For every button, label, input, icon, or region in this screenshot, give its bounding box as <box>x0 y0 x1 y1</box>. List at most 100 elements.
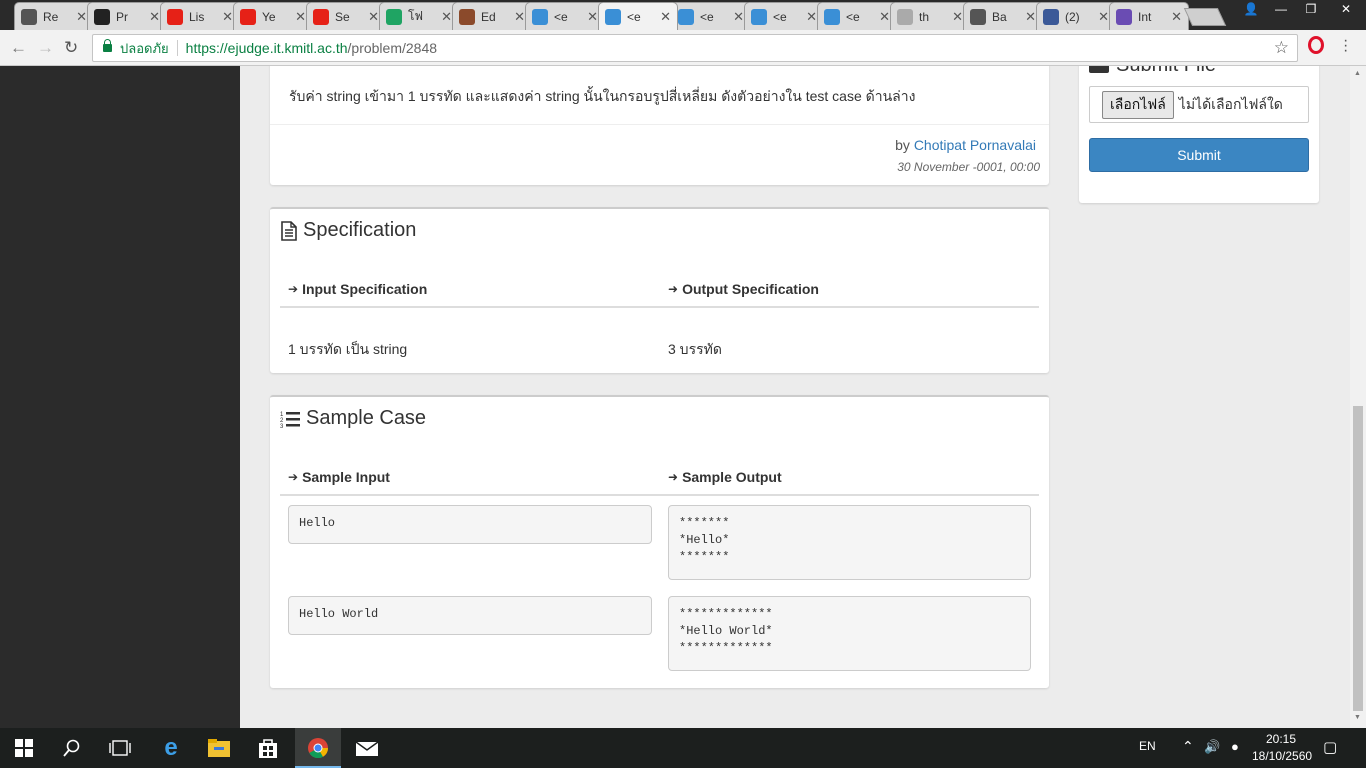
language-indicator[interactable]: EN <box>1139 739 1156 753</box>
browser-toolbar: ← → ↻ ปลอดภัย https://ejudge.it.kmitl.ac… <box>0 30 1366 66</box>
left-sidebar-dark <box>0 66 240 728</box>
problem-description-panel: รับค่า string เข้ามา 1 บรรทัด และแสดงค่า… <box>270 66 1049 185</box>
tab-close-icon[interactable]: ✕ <box>441 9 452 25</box>
input-spec-header: ➔ Input Specification <box>288 281 427 297</box>
tab-close-icon[interactable]: ✕ <box>514 9 525 25</box>
document-icon <box>281 220 297 241</box>
address-bar[interactable]: ปลอดภัย https://ejudge.it.kmitl.ac.th/pr… <box>92 34 1298 62</box>
back-button[interactable]: ← <box>10 38 27 58</box>
minimize-button[interactable]: — <box>1266 0 1296 20</box>
youtube-icon <box>167 8 183 25</box>
chrome-icon[interactable] <box>306 736 330 760</box>
it-icon <box>751 8 767 25</box>
no-file-label: ไม่ได้เลือกไฟล์ใด <box>1178 95 1283 112</box>
tab-label: Ed <box>481 9 496 24</box>
file-input[interactable]: เลือกไฟล์ ไม่ได้เลือกไฟล์ใด <box>1089 86 1309 123</box>
browser-tab[interactable]: th ✕ <box>890 2 970 30</box>
browser-tab[interactable]: <e ✕ <box>744 2 824 30</box>
browser-tab[interactable]: โฟ ✕ <box>379 2 459 30</box>
browser-tab[interactable]: Ed ✕ <box>452 2 532 30</box>
tab-close-icon[interactable]: ✕ <box>733 9 744 25</box>
store-icon[interactable] <box>256 736 280 760</box>
browser-tab[interactable]: Se ✕ <box>306 2 386 30</box>
browser-tab[interactable]: (2) ✕ <box>1036 2 1116 30</box>
tab-close-icon[interactable]: ✕ <box>879 9 890 25</box>
opera-extension-icon[interactable] <box>1308 36 1324 54</box>
forward-button[interactable]: → <box>37 38 54 58</box>
tab-close-icon[interactable]: ✕ <box>952 9 963 25</box>
browser-tab[interactable]: <e ✕ <box>817 2 897 30</box>
browser-tab[interactable]: <e ✕ <box>598 2 678 30</box>
sample-divider <box>280 494 1039 496</box>
submit-file-title: Submit File <box>1089 66 1216 77</box>
sign-out-icon: ➜ <box>668 282 679 296</box>
author-link[interactable]: Chotipat Pornavalai <box>914 137 1036 153</box>
youtube-icon <box>313 8 329 25</box>
browser-tab[interactable]: Lis ✕ <box>160 2 240 30</box>
search-icon[interactable] <box>60 736 84 760</box>
page-scrollbar[interactable]: ▲ ▼ <box>1350 66 1366 728</box>
close-window-button[interactable]: ✕ <box>1326 0 1366 20</box>
windows-start-icon[interactable] <box>12 736 36 760</box>
mail-icon[interactable] <box>355 736 379 760</box>
tab-close-icon[interactable]: ✕ <box>1171 9 1182 25</box>
book-icon <box>970 8 986 25</box>
submit-button[interactable]: Submit <box>1089 138 1309 172</box>
notifications-icon[interactable]: ▢ <box>1323 738 1337 756</box>
file-explorer-icon[interactable] <box>207 736 231 760</box>
tab-close-icon[interactable]: ✕ <box>222 9 233 25</box>
tab-close-icon[interactable]: ✕ <box>660 9 671 25</box>
ordered-list-icon: 123 <box>280 411 300 429</box>
clock-time[interactable]: 20:15 <box>1266 732 1296 746</box>
browser-tab[interactable]: Re ✕ <box>14 2 94 30</box>
tab-close-icon[interactable]: ✕ <box>149 9 160 25</box>
reload-button[interactable]: ↻ <box>64 38 78 58</box>
tab-label: <e <box>773 9 787 24</box>
bookmark-star-icon[interactable]: ☆ <box>1274 38 1289 58</box>
tab-close-icon[interactable]: ✕ <box>587 9 598 25</box>
browser-tab[interactable]: Ye ✕ <box>233 2 313 30</box>
youtube-icon <box>240 8 256 25</box>
scrollbar-thumb[interactable] <box>1353 406 1363 711</box>
tab-close-icon[interactable]: ✕ <box>76 9 87 25</box>
sample-input-1: Hello <box>288 505 652 544</box>
volume-icon[interactable]: 🔊 <box>1204 739 1220 755</box>
browser-tab[interactable]: Pr ✕ <box>87 2 167 30</box>
specification-title-text: Specification <box>303 219 417 241</box>
url-path: /problem/2848 <box>347 40 438 56</box>
submit-file-title-text: Submit File <box>1116 66 1216 77</box>
github-icon <box>94 8 110 25</box>
tab-close-icon[interactable]: ✕ <box>1025 9 1036 25</box>
problem-description: รับค่า string เข้ามา 1 บรรทัด และแสดงค่า… <box>289 88 916 104</box>
task-view-icon[interactable] <box>108 736 132 760</box>
clock-date[interactable]: 18/10/2560 <box>1252 749 1312 763</box>
browser-tab[interactable]: <e ✕ <box>671 2 751 30</box>
divider <box>270 124 1049 125</box>
tab-label: <e <box>627 9 641 24</box>
tab-close-icon[interactable]: ✕ <box>295 9 306 25</box>
sign-out-icon: ➜ <box>668 470 679 484</box>
user-icon[interactable]: 👤 <box>1236 0 1266 20</box>
new-tab-button[interactable] <box>1183 8 1227 26</box>
author-line: by Chotipat Pornavalai <box>895 137 1036 153</box>
it-icon <box>605 8 621 25</box>
tray-chevron-icon[interactable]: ⌃ <box>1182 738 1194 755</box>
tab-label: Lis <box>189 9 205 24</box>
scroll-up-arrow[interactable]: ▲ <box>1354 70 1361 77</box>
tab-label: Ye <box>262 9 276 24</box>
tab-label: Re <box>43 9 59 24</box>
tab-close-icon[interactable]: ✕ <box>806 9 817 25</box>
restore-button[interactable]: ❐ <box>1296 0 1326 20</box>
choose-file-button[interactable]: เลือกไฟล์ <box>1102 90 1174 119</box>
edge-icon[interactable]: e <box>159 736 183 760</box>
wifi-icon[interactable]: ● <box>1231 739 1239 754</box>
browser-tab[interactable]: <e ✕ <box>525 2 605 30</box>
tab-label: Se <box>335 9 350 24</box>
browser-tab[interactable]: Int ✕ <box>1109 2 1189 30</box>
tab-close-icon[interactable]: ✕ <box>368 9 379 25</box>
browser-menu-icon[interactable]: · · · <box>1343 33 1348 59</box>
by-label: by <box>895 137 910 153</box>
scroll-down-arrow[interactable]: ▼ <box>1354 714 1361 721</box>
tab-close-icon[interactable]: ✕ <box>1098 9 1109 25</box>
browser-tab[interactable]: Ba ✕ <box>963 2 1043 30</box>
